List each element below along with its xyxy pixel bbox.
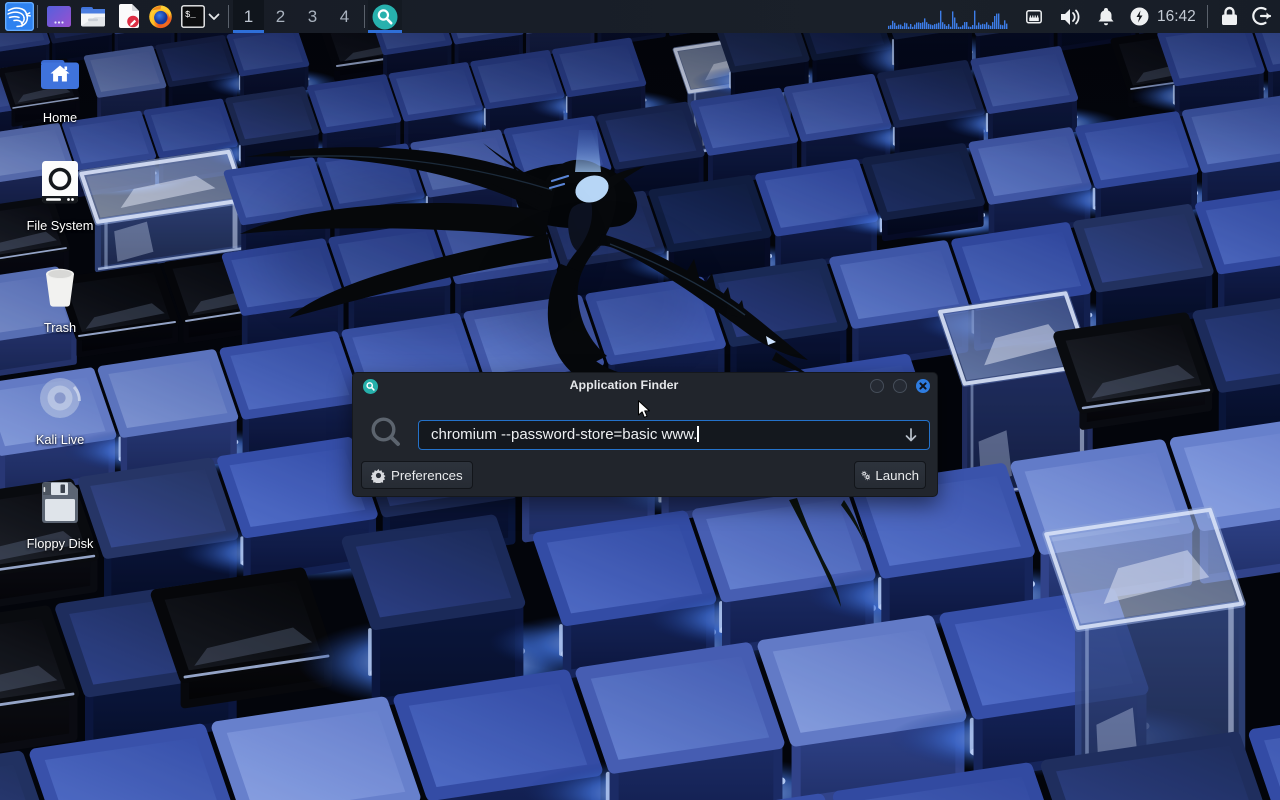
svg-text:$_: $_: [185, 10, 196, 20]
